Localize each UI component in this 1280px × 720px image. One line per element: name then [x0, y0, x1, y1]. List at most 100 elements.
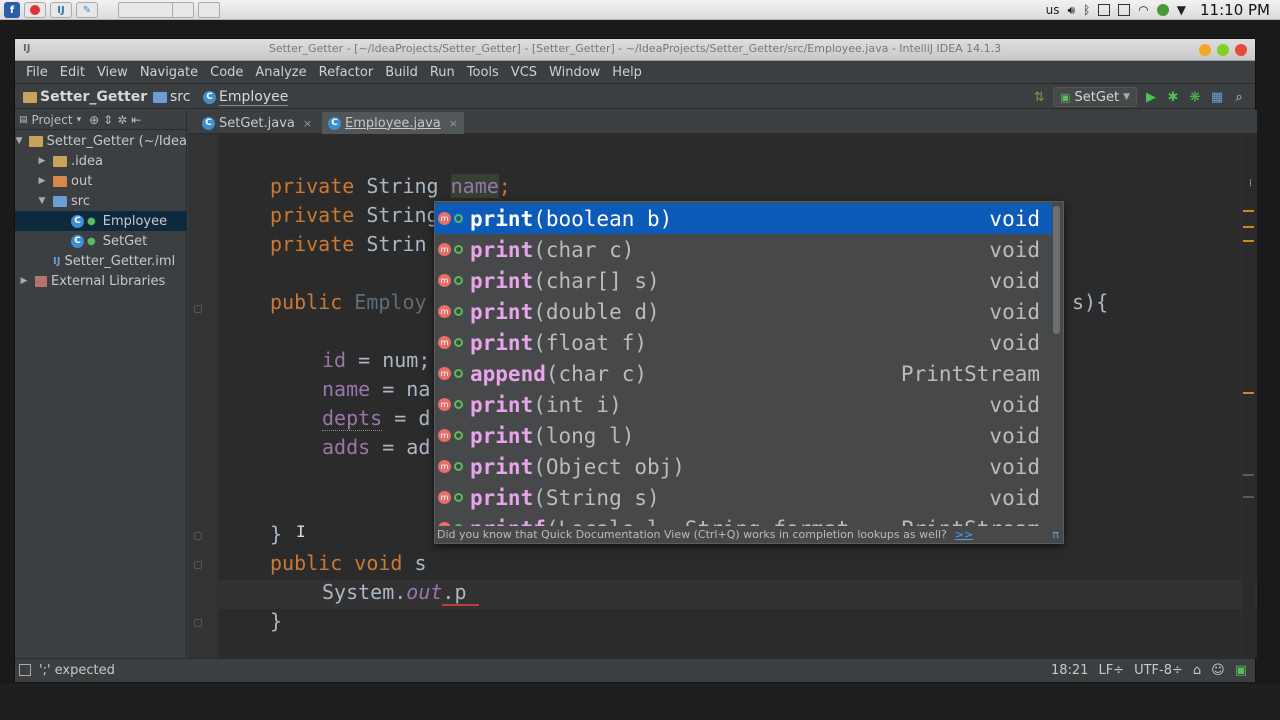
expand-arrow-icon[interactable]: ▼ — [16, 136, 23, 146]
lock-icon[interactable]: ⌂ — [1193, 663, 1201, 678]
run-icon[interactable]: ▶ — [1143, 89, 1159, 105]
menu-run[interactable]: Run — [424, 65, 461, 80]
fold-marker[interactable] — [194, 305, 202, 313]
fold-marker[interactable] — [194, 619, 202, 627]
collapse-icon[interactable]: ⇕ — [103, 113, 113, 127]
menu-help[interactable]: Help — [606, 65, 648, 80]
hide-icon[interactable]: ⇤ — [131, 113, 141, 127]
src-folder-icon — [153, 91, 167, 103]
browser-icon[interactable] — [24, 2, 46, 18]
close-tab-icon[interactable]: × — [303, 117, 312, 130]
editor-gutter[interactable] — [188, 134, 218, 658]
completion-item[interactable]: m print(boolean b) void — [435, 203, 1052, 234]
event-log-icon[interactable]: ▣ — [1235, 663, 1247, 678]
maximize-button[interactable] — [1217, 44, 1229, 56]
menu-view[interactable]: View — [91, 65, 134, 80]
tree-item[interactable]: C ● SetGet — [15, 231, 187, 251]
shield-icon[interactable] — [1156, 4, 1169, 16]
completion-item[interactable]: m print(char[] s) void — [435, 265, 1052, 296]
expand-arrow-icon[interactable]: ▶ — [37, 176, 47, 186]
fold-marker[interactable] — [194, 532, 202, 540]
menu-build[interactable]: Build — [379, 65, 424, 80]
intellij-launcher-icon[interactable]: IJ — [50, 2, 72, 18]
marker[interactable] — [1243, 474, 1254, 476]
menu-window[interactable]: Window — [543, 65, 606, 80]
sync-icon[interactable]: ⊕ — [89, 113, 99, 127]
line-separator[interactable]: LF÷ — [1098, 663, 1124, 678]
tree-item[interactable]: ▼ Setter_Getter (~/Idea — [15, 131, 187, 151]
keyboard-layout[interactable]: us — [1046, 3, 1060, 17]
warning-marker[interactable] — [1243, 240, 1254, 242]
project-structure-icon[interactable]: ▦ — [1209, 89, 1225, 105]
menu-vcs[interactable]: VCS — [505, 65, 543, 80]
expand-arrow-icon[interactable]: ▼ — [37, 196, 47, 206]
breadcrumb-project[interactable]: Setter_Getter — [23, 89, 147, 105]
taskbar-window-button[interactable] — [172, 2, 194, 18]
display-icon[interactable] — [1118, 4, 1131, 16]
tree-item[interactable]: ▼ src — [15, 191, 187, 211]
menu-down-icon[interactable]: ▼ — [1177, 3, 1186, 17]
caret-position[interactable]: 18:21 — [1051, 663, 1088, 678]
clock[interactable]: 11:10 PM — [1200, 1, 1270, 19]
title-bar[interactable]: IJ Setter_Getter - [~/IdeaProjects/Sette… — [15, 39, 1255, 61]
menu-refactor[interactable]: Refactor — [313, 65, 380, 80]
completion-item[interactable]: m print(Object obj) void — [435, 451, 1052, 482]
expand-arrow-icon[interactable]: ▶ — [19, 276, 29, 286]
build-icon[interactable]: ⇅ — [1031, 89, 1047, 105]
error-stripe[interactable]: ⁞ — [1241, 134, 1255, 658]
menu-navigate[interactable]: Navigate — [134, 65, 204, 80]
completion-hint-link[interactable]: >> — [955, 528, 973, 541]
tool-windows-icon[interactable] — [19, 664, 31, 676]
tab-employee[interactable]: C Employee.java × — [322, 112, 464, 134]
warning-marker[interactable] — [1243, 210, 1254, 212]
menu-analyze[interactable]: Analyze — [249, 65, 312, 80]
coverage-icon[interactable]: ❋ — [1187, 89, 1203, 105]
tree-item[interactable]: ▶ .idea — [15, 151, 187, 171]
bluetooth-icon[interactable]: ᛒ — [1083, 3, 1090, 17]
project-pane-title[interactable]: Project — [32, 113, 73, 127]
minimize-button[interactable] — [1199, 44, 1211, 56]
menu-edit[interactable]: Edit — [54, 65, 91, 80]
completion-item[interactable]: m print(float f) void — [435, 327, 1052, 358]
inspection-indicator-icon[interactable]: ⁞ — [1249, 178, 1252, 189]
completion-item[interactable]: m print(double d) void — [435, 296, 1052, 327]
tree-item[interactable]: IJ Setter_Getter.iml — [15, 251, 187, 271]
file-encoding[interactable]: UTF-8÷ — [1134, 663, 1183, 678]
completion-item[interactable]: m print(int i) void — [435, 389, 1052, 420]
run-configuration-select[interactable]: ▣ SetGet ▼ — [1053, 87, 1137, 107]
battery-icon[interactable] — [1098, 4, 1111, 16]
tab-setget[interactable]: C SetGet.java × — [196, 112, 318, 134]
menu-file[interactable]: File — [20, 65, 54, 80]
chevron-down-icon[interactable]: ▾ — [77, 115, 82, 125]
search-icon[interactable]: ⌕ — [1231, 89, 1247, 105]
breadcrumb-src[interactable]: src — [153, 89, 190, 105]
tree-item[interactable]: C ● Employee — [15, 211, 187, 231]
fold-marker[interactable] — [194, 561, 202, 569]
debug-icon[interactable]: ✱ — [1165, 89, 1181, 105]
breadcrumb-file[interactable]: C Employee — [203, 89, 289, 106]
gear-icon[interactable]: ✲ — [117, 113, 127, 127]
volume-icon[interactable]: 🔊︎ — [1068, 3, 1076, 18]
warning-marker[interactable] — [1243, 226, 1254, 228]
completion-item[interactable]: m print(char c) void — [435, 234, 1052, 265]
expand-arrow-icon[interactable]: ▶ — [37, 156, 47, 166]
wifi-icon[interactable]: ◠ — [1138, 3, 1148, 17]
marker[interactable] — [1243, 496, 1254, 498]
fedora-icon[interactable]: f — [4, 2, 20, 18]
taskbar-window-button[interactable] — [118, 2, 176, 18]
tools-launcher-icon[interactable]: ✎ — [76, 2, 98, 18]
menu-tools[interactable]: Tools — [461, 65, 505, 80]
close-button[interactable] — [1235, 44, 1247, 56]
close-tab-icon[interactable]: × — [449, 117, 458, 130]
taskbar-window-button[interactable] — [198, 2, 220, 18]
inspector-icon[interactable]: ☺ — [1211, 663, 1225, 678]
menu-code[interactable]: Code — [204, 65, 249, 80]
tree-item[interactable]: ▶ External Libraries — [15, 271, 187, 291]
tree-item[interactable]: ▶ out — [15, 171, 187, 191]
warning-marker[interactable] — [1243, 392, 1254, 394]
pi-icon[interactable]: π — [1052, 528, 1059, 541]
completion-item[interactable]: m append(char c) PrintStream — [435, 358, 1052, 389]
completion-scrollbar[interactable] — [1053, 206, 1060, 334]
completion-item[interactable]: m print(String s) void — [435, 482, 1052, 513]
completion-item[interactable]: m print(long l) void — [435, 420, 1052, 451]
